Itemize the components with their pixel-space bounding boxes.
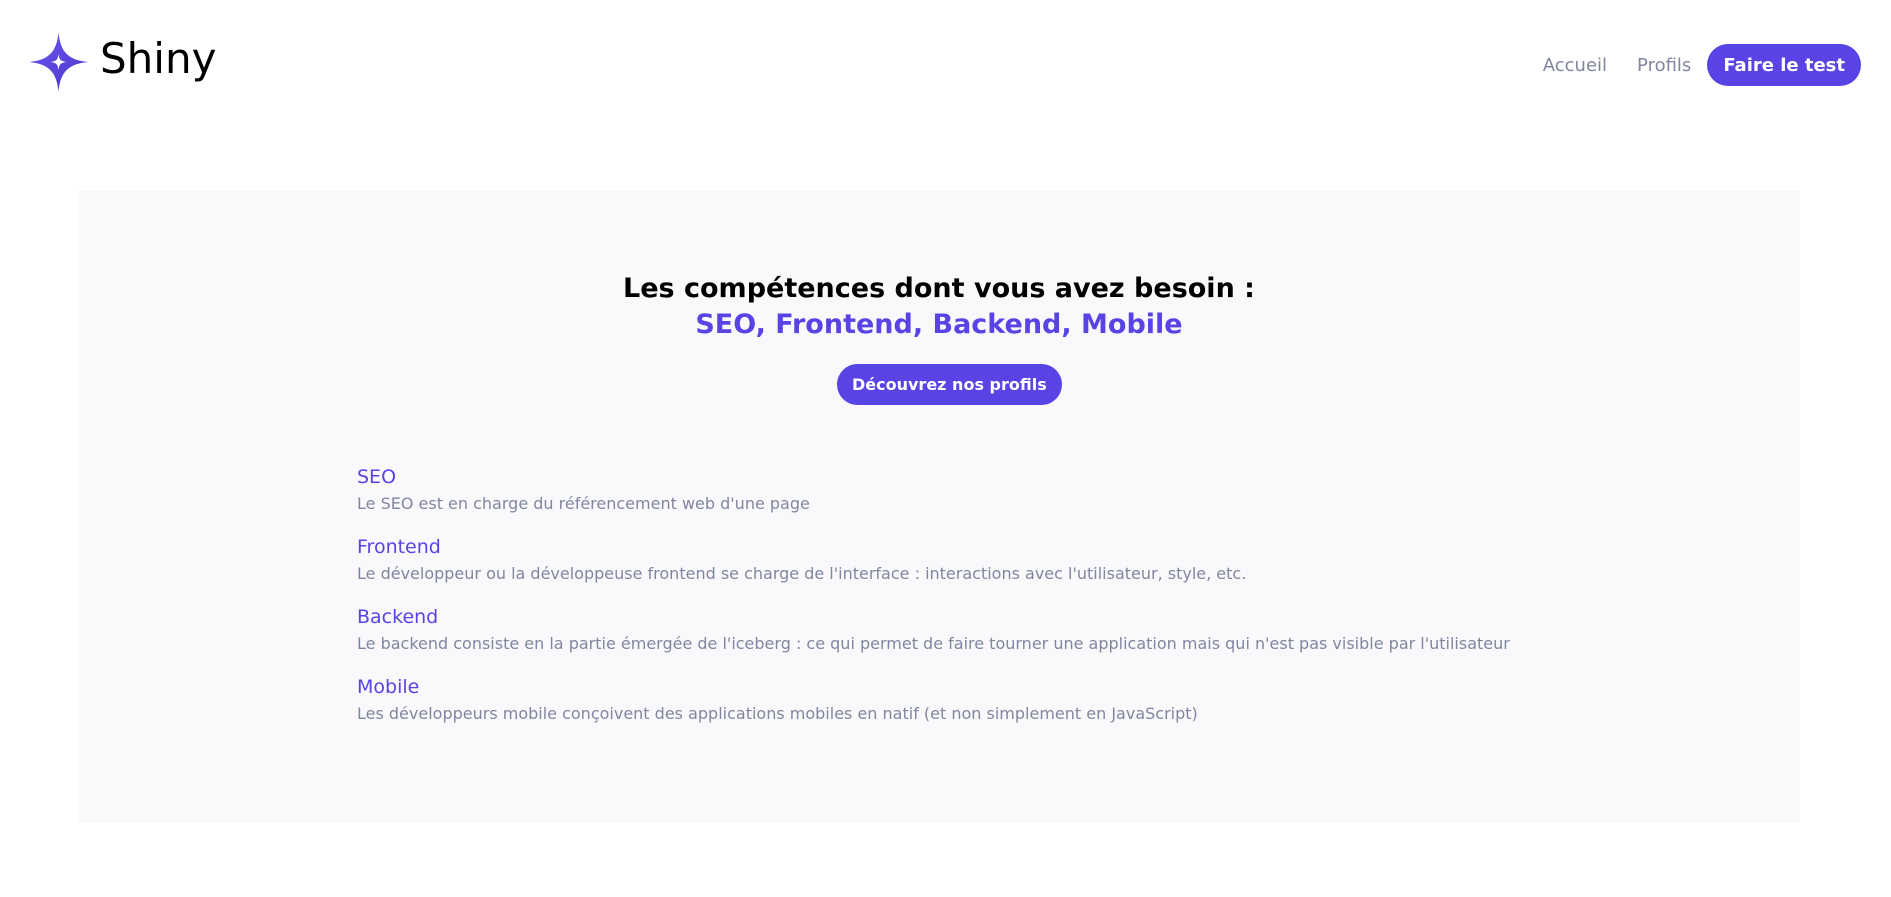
discover-profiles-button[interactable]: Découvrez nos profils — [837, 364, 1062, 405]
skills-panel: Les compétences dont vous avez besoin : … — [78, 191, 1800, 823]
skill-name: Backend — [357, 606, 439, 628]
skill-item-frontend: Frontend Le développeur ou la développeu… — [357, 535, 1510, 585]
logo-link[interactable]: Shiny — [29, 32, 216, 92]
site-header: Shiny Accueil Profils Faire le test — [0, 0, 1891, 130]
nav-link-profiles[interactable]: Profils — [1622, 45, 1706, 86]
skill-item-seo: SEO Le SEO est en charge du référencemen… — [357, 465, 1510, 515]
skill-description: Le développeur ou la développeuse fronte… — [357, 564, 1247, 583]
skill-description: Le backend consiste en la partie émergée… — [357, 634, 1510, 653]
take-test-button[interactable]: Faire le test — [1707, 44, 1861, 86]
skill-name: Mobile — [357, 676, 420, 698]
four-point-star-icon — [29, 32, 88, 92]
main-nav: Accueil Profils Faire le test — [1528, 44, 1861, 86]
skills-list: SEO Le SEO est en charge du référencemen… — [357, 465, 1510, 745]
skill-description: Le SEO est en charge du référencement we… — [357, 494, 810, 513]
skills-summary: SEO, Frontend, Backend, Mobile — [695, 309, 1183, 340]
skill-description: Les développeurs mobile conçoivent des a… — [357, 704, 1198, 723]
skill-name: SEO — [357, 466, 397, 488]
nav-link-home[interactable]: Accueil — [1528, 45, 1622, 86]
skill-item-backend: Backend Le backend consiste en la partie… — [357, 605, 1510, 655]
page-title: Les compétences dont vous avez besoin : — [623, 273, 1255, 304]
skill-item-mobile: Mobile Les développeurs mobile conçoiven… — [357, 675, 1510, 725]
skill-name: Frontend — [357, 536, 441, 558]
brand-name: Shiny — [100, 34, 217, 83]
